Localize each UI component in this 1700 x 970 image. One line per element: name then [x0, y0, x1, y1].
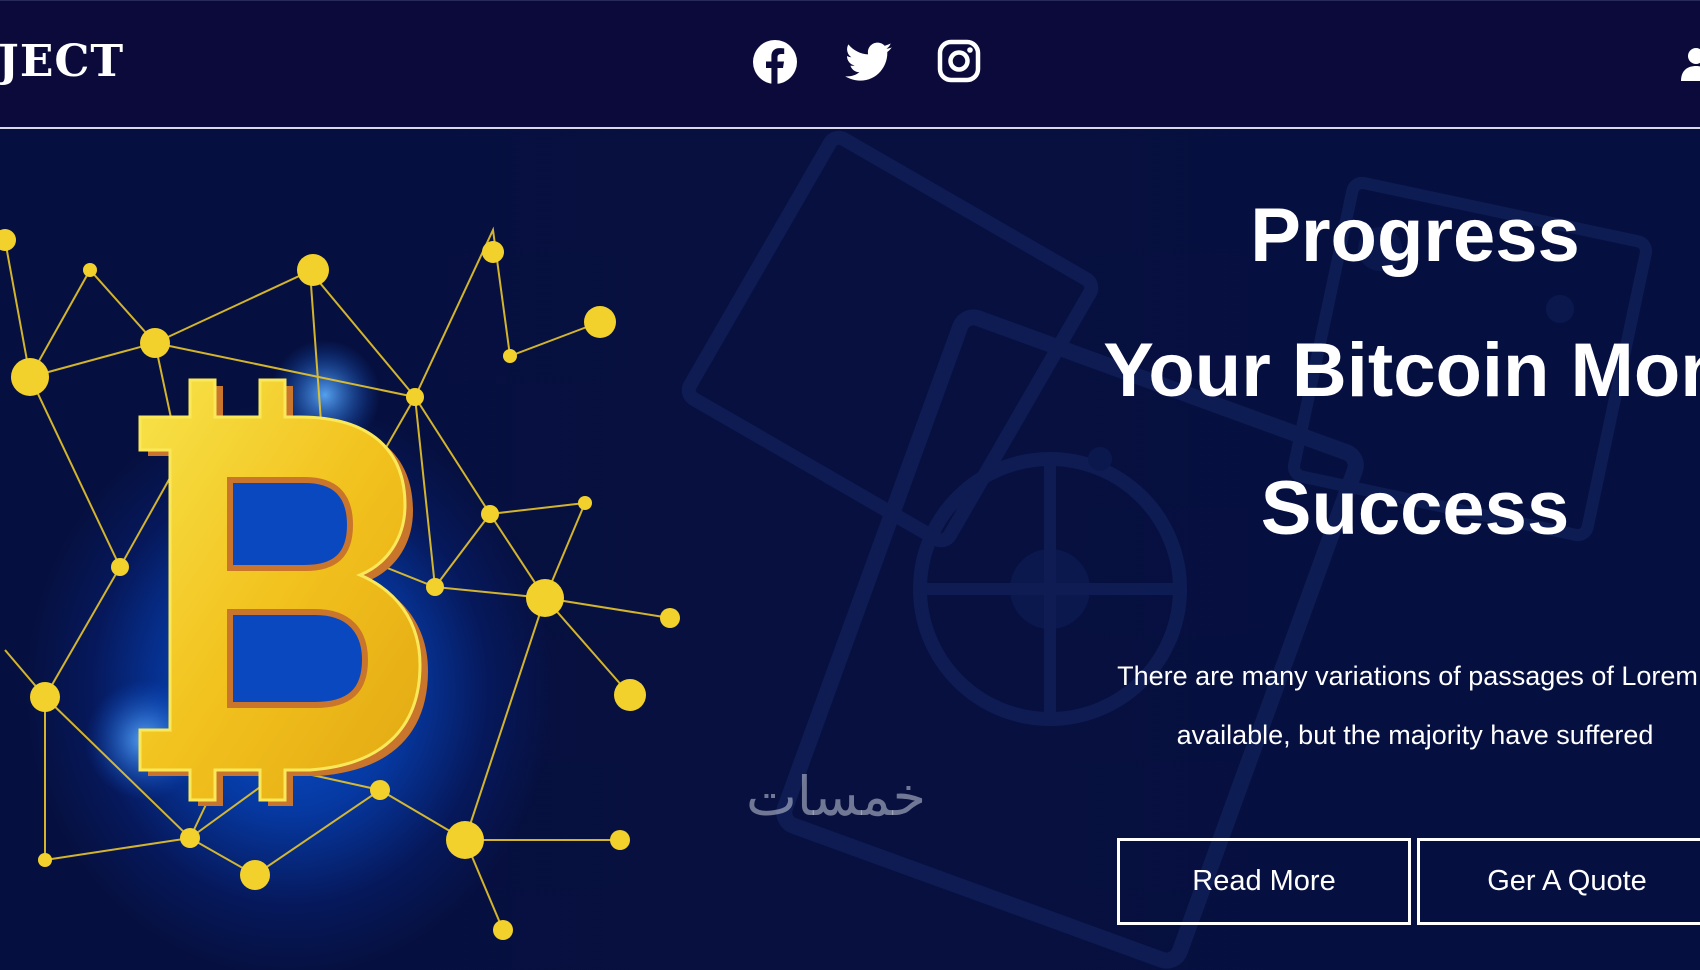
watermark-logo: خمسات [746, 765, 927, 828]
read-more-button[interactable]: Read More [1117, 838, 1411, 925]
twitter-icon[interactable] [845, 39, 892, 85]
hero-title-line-2: Your Bitcoin Mon [1103, 328, 1700, 413]
hero-title-line-1: Progress [1250, 193, 1580, 278]
hero-description-line-1: There are many variations of passages of… [1117, 661, 1700, 691]
site-logo[interactable]: JECT [0, 37, 124, 87]
bitcoin-network-illustration [0, 226, 680, 940]
hero-description-line-2: available, but the majority have suffere… [1176, 720, 1654, 750]
bitcoin-symbol [138, 378, 428, 806]
facebook-icon[interactable] [752, 39, 798, 85]
site-header: JECT [0, 0, 1700, 129]
hero-section: Progress Your Bitcoin Mon Success There … [0, 129, 1700, 970]
get-quote-button[interactable]: Ger A Quote [1417, 838, 1700, 925]
instagram-icon[interactable] [937, 39, 983, 85]
hero-title-line-3: Success [1260, 466, 1570, 551]
user-icon[interactable] [1678, 45, 1700, 81]
